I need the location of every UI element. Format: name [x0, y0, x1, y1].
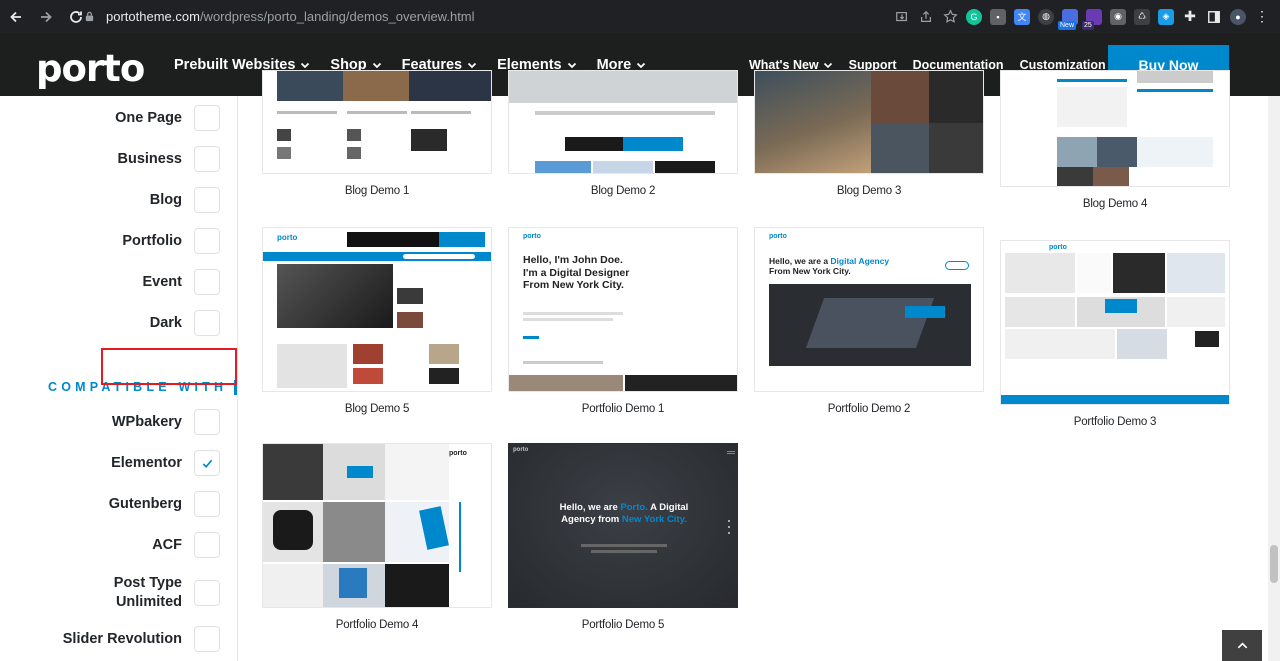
demo-title[interactable]: Portfolio Demo 5 [508, 619, 738, 631]
color-picker-icon[interactable]: ◈ [1158, 8, 1174, 25]
chevron-up-icon [1237, 642, 1247, 649]
site-logo[interactable]: porto [36, 47, 145, 90]
filter-wpbakery[interactable]: WPbakery [112, 409, 220, 435]
chevron-down-icon [567, 62, 576, 68]
demo-title[interactable]: Portfolio Demo 3 [1000, 416, 1230, 428]
filter-event[interactable]: Event [143, 269, 220, 295]
elementor-highlight-box [101, 348, 237, 385]
filter-post-type-unlimited[interactable]: Post Type Unlimited [102, 575, 220, 610]
filter-checkbox[interactable] [194, 187, 220, 213]
url-host: portotheme.com [106, 9, 200, 24]
chevron-down-icon [372, 62, 381, 68]
demo-title[interactable]: Blog Demo 2 [508, 185, 738, 197]
filter-dark[interactable]: Dark [150, 310, 220, 336]
demo-thumbnail[interactable]: porto Hello, we are a Digital Agency From… [754, 227, 984, 392]
puzzle-icon[interactable]: ✚ [1182, 8, 1198, 25]
filter-checkbox[interactable] [194, 409, 220, 435]
profile-avatar[interactable]: ● [1230, 8, 1246, 25]
demo-card-portfolio-1[interactable]: porto Hello, I'm John Doe. I'm a Digital… [508, 227, 738, 415]
install-icon[interactable] [894, 9, 910, 25]
filter-checkbox[interactable] [194, 146, 220, 172]
filter-blog[interactable]: Blog [150, 187, 220, 213]
kebab-menu-icon[interactable]: ⋮ [1254, 8, 1270, 25]
filter-checkbox[interactable] [194, 310, 220, 336]
demo-card-blog-1[interactable]: Blog Demo 1 [262, 70, 492, 197]
demo-thumbnail[interactable] [262, 70, 492, 174]
forward-button[interactable] [32, 3, 60, 31]
demo-card-blog-4[interactable]: Blog Demo 4 [1000, 70, 1230, 210]
news-extension-icon[interactable]: New [1058, 8, 1078, 30]
demo-thumbnail[interactable]: porto [262, 227, 492, 392]
demo-card-blog-2[interactable]: Blog Demo 2 [508, 70, 738, 197]
filter-acf[interactable]: ACF [152, 532, 220, 558]
filter-portfolio[interactable]: Portfolio [122, 228, 220, 254]
demo-thumbnail[interactable] [754, 70, 984, 174]
recycle-icon[interactable]: ♺ [1134, 8, 1150, 25]
filter-one-page[interactable]: One Page [115, 105, 220, 131]
demo-thumbnail[interactable]: porto Hello, we are Porto. A Digital Age… [508, 443, 738, 608]
chevron-down-icon [301, 62, 310, 68]
filter-checkbox[interactable] [194, 580, 220, 606]
demo-card-blog-5[interactable]: porto Blog Demo 5 [262, 227, 492, 415]
demo-card-portfolio-5[interactable]: porto Hello, we are Porto. A Digital Age… [508, 443, 738, 631]
demo-title[interactable]: Portfolio Demo 4 [262, 619, 492, 631]
filter-gutenberg[interactable]: Gutenberg [109, 491, 220, 517]
demo-thumbnail[interactable]: porto Hello, I'm John Doe. I'm a Digital… [508, 227, 738, 392]
demo-card-portfolio-4[interactable]: porto Portfolio Demo 4 [262, 443, 492, 631]
arrow-right-icon [41, 11, 52, 22]
sidepanel-icon[interactable] [1206, 9, 1222, 25]
demo-thumbnail[interactable] [508, 70, 738, 174]
filter-business[interactable]: Business [118, 146, 220, 172]
filter-slider-revolution[interactable]: Slider Revolution [63, 626, 220, 652]
filter-checkbox[interactable] [194, 532, 220, 558]
translate-icon[interactable]: 文 [1014, 8, 1030, 25]
demo-title[interactable]: Blog Demo 5 [262, 403, 492, 415]
demo-title[interactable]: Blog Demo 3 [754, 185, 984, 197]
chevron-down-icon [467, 62, 477, 68]
demo-card-blog-3[interactable]: Blog Demo 3 [754, 70, 984, 197]
demo-title[interactable]: Blog Demo 1 [262, 185, 492, 197]
filter-checkbox[interactable] [194, 626, 220, 652]
camera-icon[interactable]: ◉ [1110, 8, 1126, 25]
filter-checkbox-checked[interactable] [194, 450, 220, 476]
demo-thumbnail[interactable]: porto [1000, 240, 1230, 405]
extension-tray: G ▪ 文 ◍ New 25 ◉ ♺ ◈ ✚ ● ⋮ [894, 0, 1270, 33]
arrow-left-icon [10, 11, 21, 22]
filter-checkbox[interactable] [194, 269, 220, 295]
demo-title[interactable]: Portfolio Demo 1 [508, 403, 738, 415]
demo-thumbnail[interactable] [1000, 70, 1230, 187]
demo-thumbnail[interactable]: porto [262, 443, 492, 608]
lock-icon [84, 10, 98, 24]
screencast-icon[interactable]: ▪ [990, 8, 1006, 25]
demo-title[interactable]: Portfolio Demo 2 [754, 403, 984, 415]
page-scrollbar[interactable] [1268, 96, 1280, 661]
chevron-down-icon [823, 62, 832, 68]
filter-elementor[interactable]: Elementor [111, 450, 220, 476]
chevron-down-icon [637, 62, 646, 68]
demo-title[interactable]: Blog Demo 4 [1000, 198, 1230, 210]
globe-icon[interactable]: ◍ [1038, 8, 1054, 25]
checkmark-icon [202, 459, 212, 468]
bookmark-star-icon[interactable] [942, 9, 958, 25]
filter-checkbox[interactable] [194, 491, 220, 517]
filter-checkbox[interactable] [194, 105, 220, 131]
grammarly-icon[interactable]: G [966, 8, 982, 25]
demo-card-portfolio-3[interactable]: porto Portfolio Demo 3 [1000, 240, 1230, 428]
scroll-to-top-button[interactable] [1222, 630, 1262, 661]
url-path: /wordpress/porto_landing/demos_overview.… [199, 9, 475, 24]
scrollbar-thumb[interactable] [1270, 545, 1278, 583]
demo-card-portfolio-2[interactable]: porto Hello, we are a Digital Agency From… [754, 227, 984, 415]
back-button[interactable] [2, 3, 30, 31]
counter-extension-icon[interactable]: 25 [1082, 8, 1102, 30]
share-icon[interactable] [918, 9, 934, 25]
reload-icon [70, 10, 82, 23]
browser-toolbar: portotheme.com/wordpress/porto_landing/d… [0, 0, 1280, 33]
filter-checkbox[interactable] [194, 228, 220, 254]
